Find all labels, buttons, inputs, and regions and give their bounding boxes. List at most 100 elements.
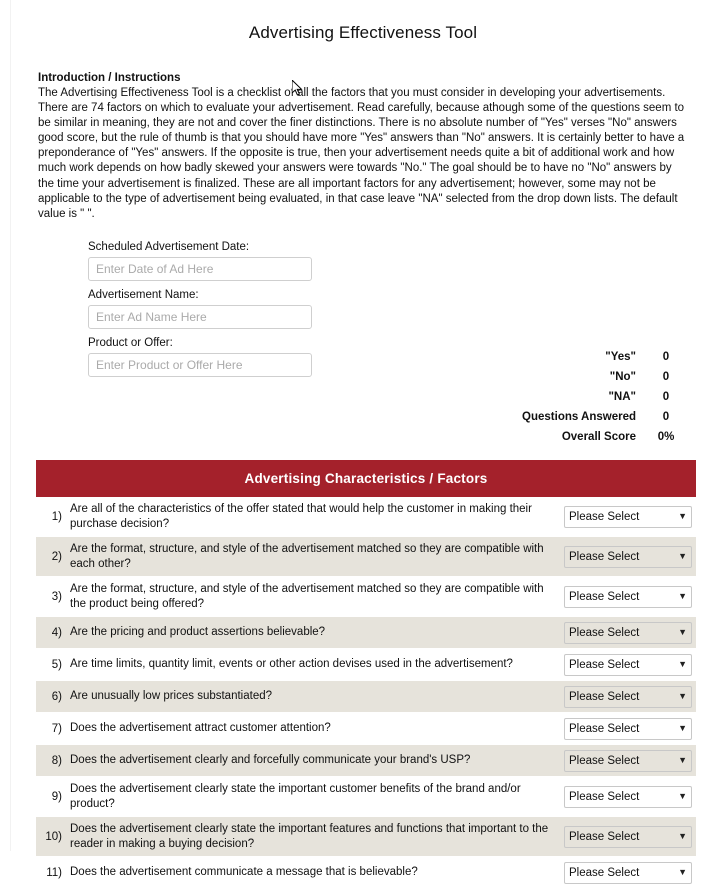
question-text: Are unusually low prices substantiated?: [70, 690, 273, 703]
answer-dropdown[interactable]: Please Select ▼: [564, 749, 692, 772]
question-text: Does the advertisement clearly state the…: [70, 823, 549, 850]
question-text: Does the advertisement attract customer …: [70, 722, 331, 735]
question-number: 11): [46, 866, 62, 879]
chevron-down-icon: ▼: [678, 511, 687, 521]
product-or-offer-input[interactable]: [88, 352, 312, 377]
scheduled-ad-date-input[interactable]: [88, 256, 312, 281]
table-row: 5) Are time limits, quantity limit, event…: [36, 649, 696, 681]
summary-label-questions-answered: Questions Answered: [522, 411, 636, 423]
answer-dropdown-label: Please Select: [569, 590, 640, 603]
answer-dropdown-label: Please Select: [569, 690, 640, 703]
table-row: 4) Are the pricing and product assertions…: [36, 617, 696, 649]
answer-dropdown-label: Please Select: [569, 830, 640, 843]
answer-dropdown-label: Please Select: [569, 790, 640, 803]
answer-cell: Please Select ▼: [560, 619, 696, 647]
chevron-down-icon: ▼: [678, 659, 687, 669]
question-number: 1): [51, 510, 62, 523]
answer-dropdown[interactable]: Please Select ▼: [564, 585, 692, 608]
advertisement-name-label: Advertisement Name:: [88, 288, 199, 301]
answer-dropdown[interactable]: Please Select ▼: [564, 861, 692, 884]
answer-dropdown-label: Please Select: [569, 722, 640, 735]
introduction-body: The Advertising Effectiveness Tool is a …: [38, 87, 685, 220]
factors-table-body: 1) Are all of the characteristics of the …: [36, 497, 696, 889]
answer-cell: Please Select ▼: [560, 651, 696, 679]
ad-details-form: Scheduled Advertisement Date: Advertisem…: [88, 240, 312, 377]
product-or-offer-field: Product or Offer:: [88, 336, 312, 377]
introduction-section: Introduction / Instructions The Advertis…: [0, 43, 726, 222]
summary-value-yes: 0: [662, 351, 670, 363]
answer-cell: Please Select ▼: [560, 823, 696, 851]
answer-dropdown[interactable]: Please Select ▼: [564, 785, 692, 808]
product-or-offer-label: Product or Offer:: [88, 336, 173, 349]
question-number: 9): [51, 790, 62, 803]
table-row: 6) Are unusually low prices substantiated…: [36, 681, 696, 713]
summary-row-na: "NA" 0: [396, 387, 696, 407]
question-text: Are the format, structure, and style of …: [70, 583, 544, 610]
question-number: 2): [51, 550, 62, 563]
question-text: Does the advertisement communicate a mes…: [70, 866, 418, 879]
summary-label-na: "NA": [608, 391, 636, 403]
table-row: 3) Are the format, structure, and style o…: [36, 577, 696, 617]
answer-dropdown[interactable]: Please Select ▼: [564, 717, 692, 740]
answer-dropdown-label: Please Select: [569, 550, 640, 563]
table-row: 8) Does the advertisement clearly and for…: [36, 745, 696, 777]
chevron-down-icon: ▼: [678, 831, 687, 841]
answer-cell: Please Select ▼: [560, 715, 696, 743]
chevron-down-icon: ▼: [678, 867, 687, 877]
answer-cell: Please Select ▼: [560, 543, 696, 571]
summary-value-overall-score: 0%: [657, 431, 675, 443]
summary-label-overall-score: Overall Score: [561, 431, 636, 443]
question-text: Are all of the characteristics of the of…: [70, 503, 532, 530]
answer-cell: Please Select ▼: [560, 783, 696, 811]
answer-dropdown-label: Please Select: [569, 510, 640, 523]
summary-row-questions-answered: Questions Answered 0: [396, 407, 696, 427]
answer-dropdown[interactable]: Please Select ▼: [564, 685, 692, 708]
question-number: 3): [51, 590, 62, 603]
answer-cell: Please Select ▼: [560, 859, 696, 887]
answer-dropdown[interactable]: Please Select ▼: [564, 825, 692, 848]
page-title: Advertising Effectiveness Tool: [248, 23, 478, 42]
summary-row-yes: "Yes" 0: [396, 347, 696, 367]
answer-dropdown[interactable]: Please Select ▼: [564, 621, 692, 644]
question-number: 4): [51, 626, 62, 639]
advertisement-name-input[interactable]: [88, 304, 312, 329]
scheduled-ad-date-field: Scheduled Advertisement Date:: [88, 240, 312, 281]
question-text: Are time limits, quantity limit, events …: [70, 658, 513, 671]
factors-table: Advertising Characteristics / Factors 1)…: [36, 460, 696, 889]
chevron-down-icon: ▼: [678, 691, 687, 701]
answer-cell: Please Select ▼: [560, 747, 696, 775]
answer-dropdown[interactable]: Please Select ▼: [564, 505, 692, 528]
question-number: 7): [51, 722, 62, 735]
question-text: Are the pricing and product assertions b…: [70, 626, 326, 639]
summary-label-no: "No": [609, 371, 636, 383]
question-text: Are the format, structure, and style of …: [70, 543, 544, 570]
answer-cell: Please Select ▼: [560, 683, 696, 711]
question-number: 8): [51, 754, 62, 767]
question-number: 5): [51, 658, 62, 671]
answer-cell: Please Select ▼: [560, 583, 696, 611]
question-text: Does the advertisement clearly and force…: [70, 754, 471, 767]
answer-dropdown[interactable]: Please Select ▼: [564, 653, 692, 676]
introduction-heading: Introduction / Instructions: [38, 72, 181, 84]
score-summary: "Yes" 0 "No" 0 "NA" 0 Questions Answered…: [396, 347, 696, 447]
summary-value-no: 0: [662, 371, 670, 383]
answer-dropdown-label: Please Select: [569, 626, 640, 639]
chevron-down-icon: ▼: [678, 591, 687, 601]
answer-dropdown[interactable]: Please Select ▼: [564, 545, 692, 568]
page-root: Advertising Effectiveness Tool Introduct…: [0, 0, 726, 889]
summary-value-na: 0: [662, 391, 670, 403]
advertisement-name-field: Advertisement Name:: [88, 288, 312, 329]
table-row: 10) Does the advertisement clearly state …: [36, 817, 696, 857]
summary-row-no: "No" 0: [396, 367, 696, 387]
chevron-down-icon: ▼: [678, 755, 687, 765]
question-number: 10): [45, 830, 62, 843]
table-row: 11) Does the advertisement communicate a …: [36, 857, 696, 889]
table-row: 9) Does the advertisement clearly state t…: [36, 777, 696, 817]
table-row: 7) Does the advertisement attract custome…: [36, 713, 696, 745]
summary-value-questions-answered: 0: [662, 411, 670, 423]
chevron-down-icon: ▼: [678, 551, 687, 561]
factors-table-header: Advertising Characteristics / Factors: [36, 460, 696, 497]
summary-label-yes: "Yes": [605, 351, 636, 363]
answer-dropdown-label: Please Select: [569, 658, 640, 671]
chevron-down-icon: ▼: [678, 791, 687, 801]
